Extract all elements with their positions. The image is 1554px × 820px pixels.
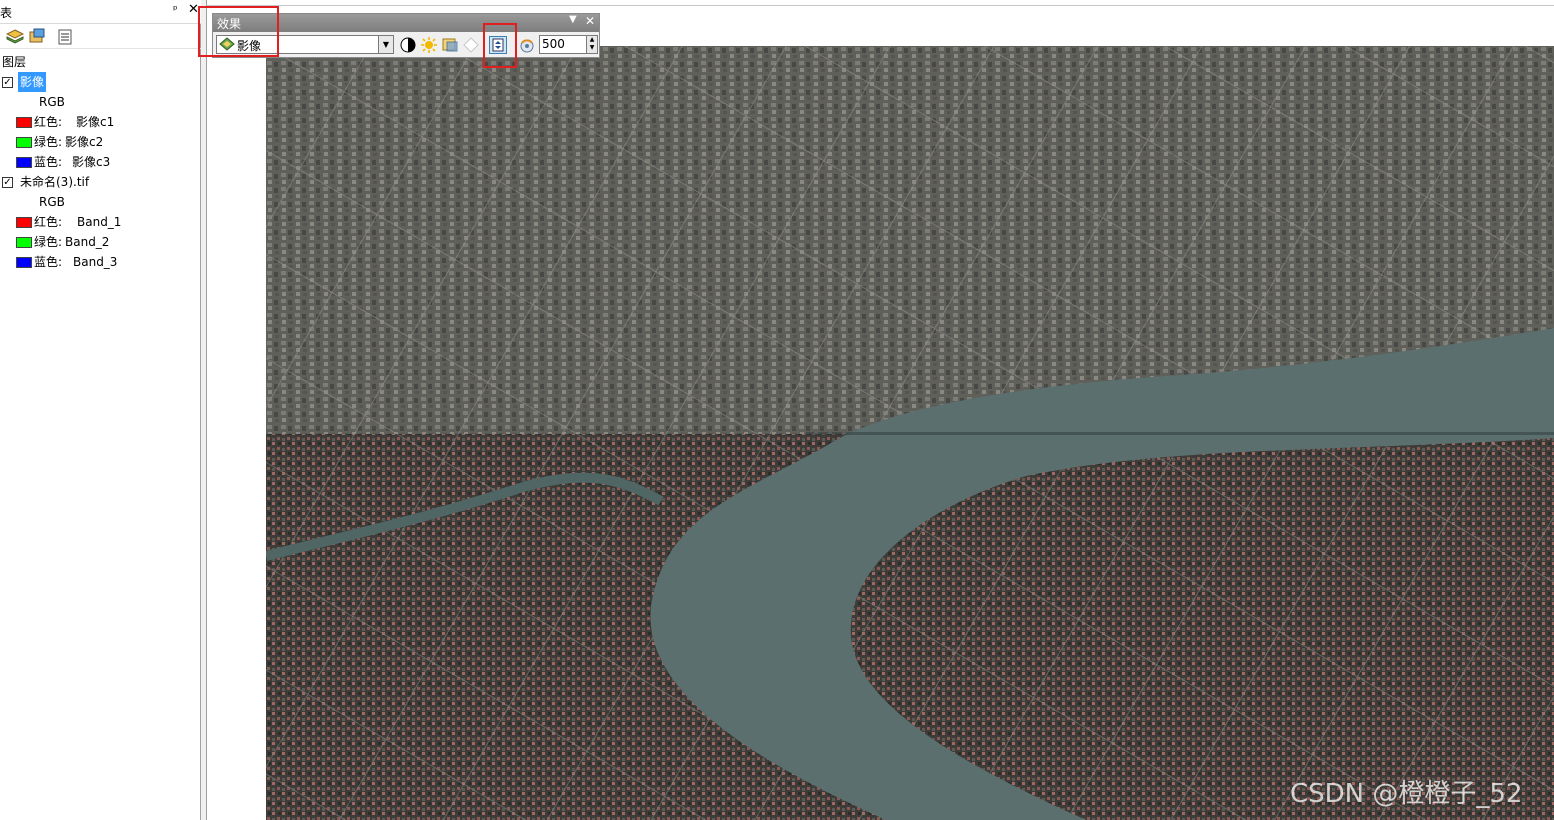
list-by-source-icon[interactable] <box>28 28 46 46</box>
brightness-icon[interactable] <box>420 36 438 54</box>
toc-title-bar: 表 ᵖ ✕ <box>0 0 201 24</box>
blue-swatch <box>16 157 32 168</box>
band-name: Band_1 <box>77 215 122 229</box>
satellite-image-render <box>266 46 1554 820</box>
adjust-icon[interactable] <box>462 36 480 54</box>
red-swatch <box>16 117 32 128</box>
toc-toolbar <box>0 25 201 49</box>
map-view[interactable] <box>207 0 1554 820</box>
highlight-box-effects-layer <box>198 6 279 57</box>
options-icon[interactable] <box>56 28 74 46</box>
blue-swatch <box>16 257 32 268</box>
layer-name[interactable]: 未命名(3).tif <box>20 172 89 192</box>
chevron-down-icon[interactable]: ▼ <box>378 36 393 53</box>
band-name: Band_3 <box>73 255 118 269</box>
table-of-contents-panel: 表 ᵖ ✕ 图层 ✓ 影像 RGB 红色: 影像c1 绿色: 影像c2 蓝色: … <box>0 0 201 820</box>
watermark: CSDN @橙橙子_52 <box>1290 779 1523 809</box>
band-channel: 蓝色: <box>34 255 63 269</box>
band-name: 影像c3 <box>72 155 111 169</box>
band-name: 影像c1 <box>76 115 115 129</box>
green-swatch <box>16 237 32 248</box>
red-swatch <box>16 217 32 228</box>
flicker-rate-input[interactable]: 500 <box>539 35 587 54</box>
band-channel: 绿色: <box>34 235 63 249</box>
render-type-label: RGB <box>39 95 65 109</box>
layer-visibility-checkbox[interactable]: ✓ <box>2 177 13 188</box>
layer-visibility-checkbox[interactable]: ✓ <box>2 77 13 88</box>
render-type-label: RGB <box>39 195 65 209</box>
green-swatch <box>16 137 32 148</box>
close-icon[interactable]: ✕ <box>585 14 595 28</box>
toc-title: 表 <box>0 6 13 20</box>
band-channel: 红色: <box>34 115 63 129</box>
layer-item-tif[interactable]: ✓ 未命名(3).tif <box>0 172 201 192</box>
band-name: Band_2 <box>65 235 110 249</box>
band-row-green: 绿色: 影像c2 <box>0 132 201 152</box>
band-channel: 绿色: <box>34 135 63 149</box>
transparency-icon[interactable] <box>441 36 459 54</box>
contrast-icon[interactable] <box>399 36 417 54</box>
satellite-image[interactable] <box>266 46 1554 820</box>
band-row-blue: 蓝色: Band_3 <box>0 252 201 272</box>
flicker-icon[interactable] <box>518 36 536 54</box>
pin-icon[interactable]: ᵖ <box>173 3 178 16</box>
list-by-drawing-order-icon[interactable] <box>6 28 24 46</box>
highlight-box-swipe <box>483 23 517 68</box>
layers-header: 图层 <box>2 55 27 69</box>
band-row-red: 红色: 影像c1 <box>0 112 201 132</box>
dropdown-triangle-icon[interactable]: ▼ <box>569 14 577 25</box>
flicker-rate-stepper[interactable]: ▲ ▼ <box>586 35 598 54</box>
layer-name[interactable]: 影像 <box>18 72 47 92</box>
band-row-green: 绿色: Band_2 <box>0 232 201 252</box>
band-row-red: 红色: Band_1 <box>0 212 201 232</box>
map-frame-border <box>207 5 1554 6</box>
band-row-blue: 蓝色: 影像c3 <box>0 152 201 172</box>
band-channel: 红色: <box>34 215 63 229</box>
band-channel: 蓝色: <box>34 155 63 169</box>
layer-item-image[interactable]: ✓ 影像 <box>0 72 201 92</box>
band-name: 影像c2 <box>65 135 104 149</box>
